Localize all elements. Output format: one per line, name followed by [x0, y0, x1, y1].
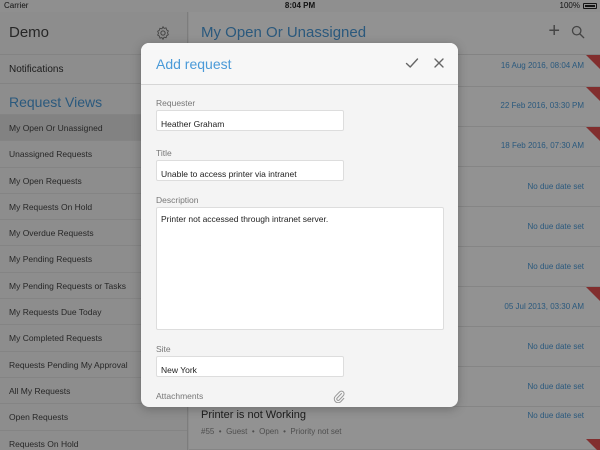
requester-label: Requester	[156, 98, 196, 108]
requester-field[interactable]	[156, 110, 344, 131]
paperclip-icon[interactable]	[333, 389, 345, 403]
dialog-header: Add request	[141, 43, 458, 85]
site-label: Site	[156, 344, 171, 354]
site-field[interactable]	[156, 356, 344, 377]
dialog-title: Add request	[156, 56, 232, 72]
close-icon[interactable]	[432, 56, 446, 70]
description-field[interactable]: Printer not accessed through intranet se…	[156, 207, 444, 330]
add-request-dialog: Add request Requester Title Description …	[141, 43, 458, 407]
title-field[interactable]	[156, 160, 344, 181]
check-icon[interactable]	[405, 56, 419, 70]
title-label: Title	[156, 148, 172, 158]
attachments-label: Attachments	[156, 391, 204, 401]
description-label: Description	[156, 195, 199, 205]
